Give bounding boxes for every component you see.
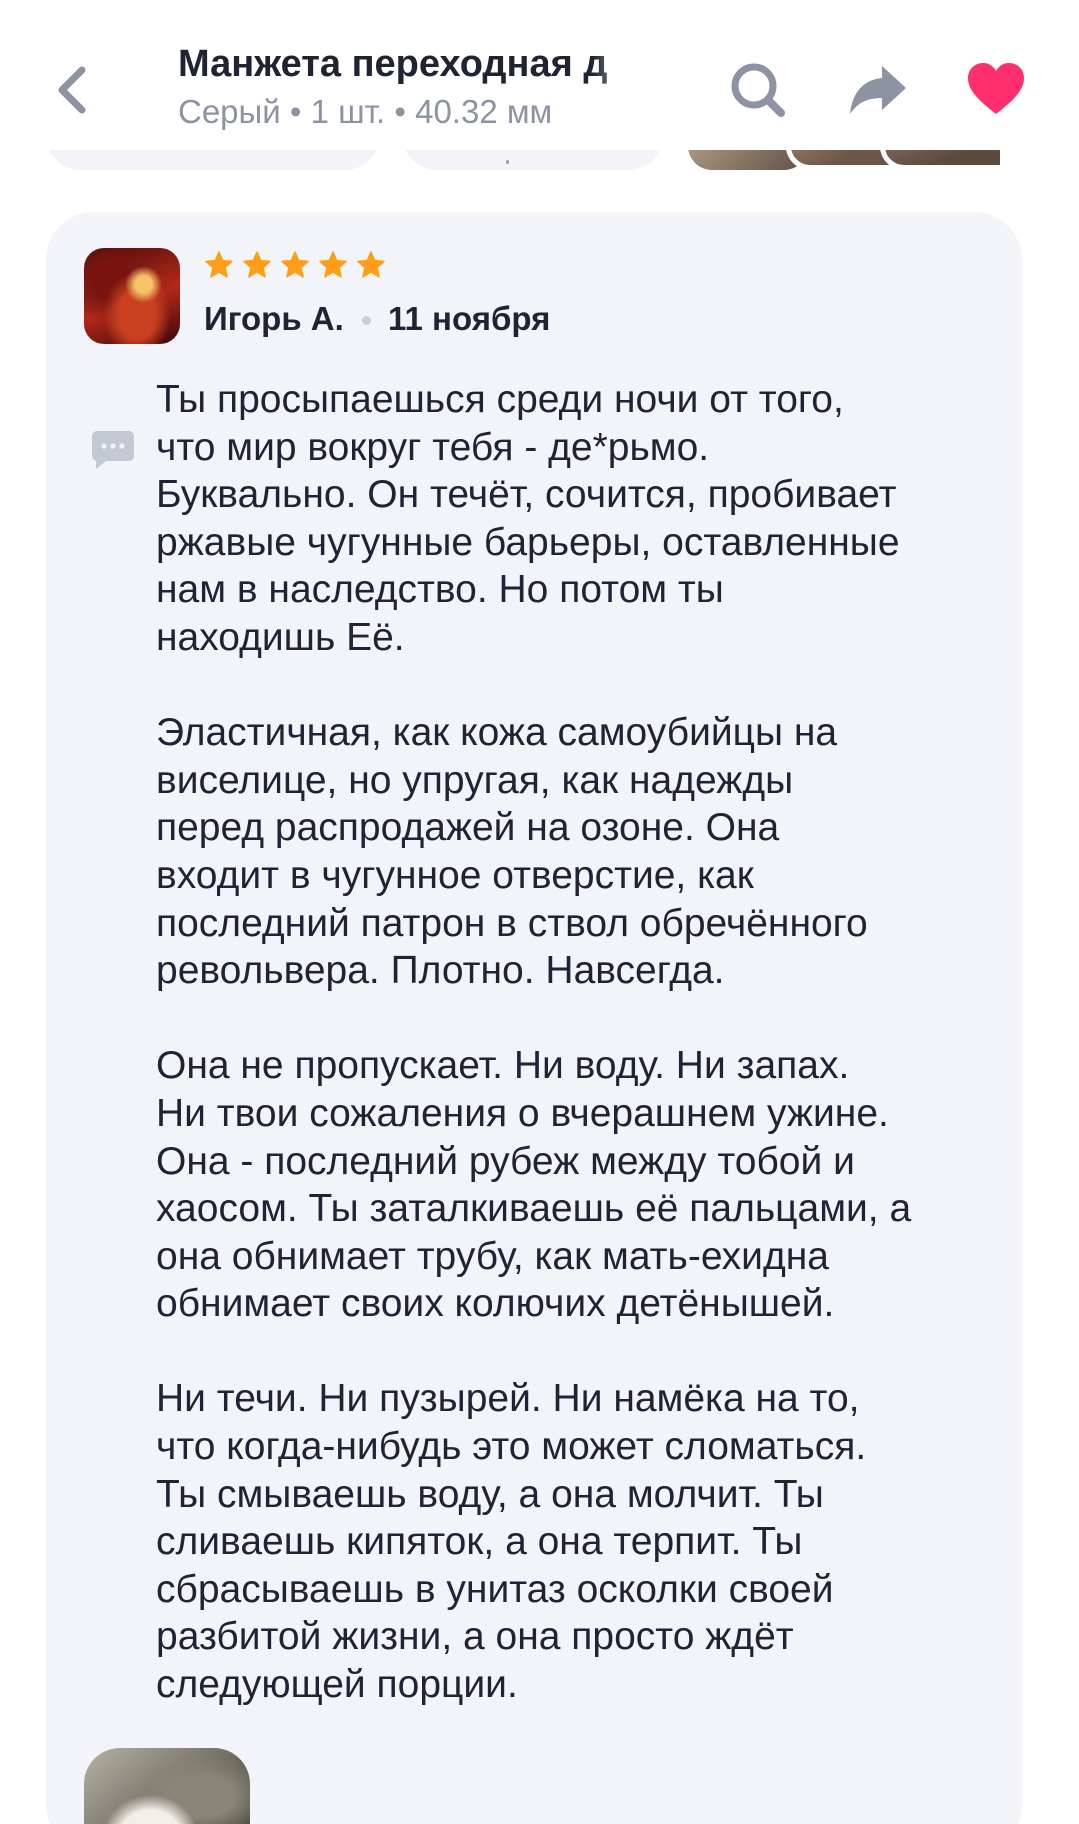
review-line: Эластичная, как кожа самоубийцы на (156, 711, 838, 755)
review-line: Она - последний рубеж между тобой и (156, 1139, 855, 1183)
review-paragraph: Она не пропускает. Ни воду. Ни запах. Ни … (156, 1042, 1006, 1328)
review-text: Ты просыпаешься среди ночи от того, что м… (156, 376, 1006, 1709)
chevron-left-icon (58, 66, 86, 114)
review-date: 11 ноября (388, 300, 551, 337)
review-line: разбитой жизни, а она просто ждёт (156, 1615, 794, 1659)
separator-dot (362, 316, 371, 325)
speech-bubble-icon (92, 431, 134, 469)
review-line: хаосом. Ты заталкиваешь её пальцами, а (156, 1187, 912, 1231)
review-line: сливаешь кипяток, а она терпит. Ты (156, 1520, 803, 1564)
review-paragraph: Эластичная, как кожа самоубийцы на висели… (156, 709, 1006, 995)
review-line: Ты просыпаешься среди ночи от того, (156, 378, 844, 421)
star-icon (357, 251, 385, 278)
title-container: Манжета переходная д (178, 40, 650, 88)
review-line: нам в наследство. Но потом ты (156, 568, 724, 612)
review-line: входит в чугунное отверстие, как (156, 853, 754, 897)
search-icon (731, 63, 785, 117)
rating-stars (204, 250, 386, 280)
review-line: что когда-нибудь это может сломаться. (156, 1425, 867, 1469)
star-icon (205, 251, 233, 278)
share-button[interactable] (846, 58, 910, 122)
product-title[interactable]: Манжета переходная д (178, 40, 650, 88)
review-line: Ни твои сожаления о вчерашнем ужине. (156, 1091, 889, 1135)
review-line: Ты смываешь воду, а она молчит. Ты (156, 1472, 824, 1516)
comment-icon[interactable] (90, 428, 136, 472)
avatar[interactable] (84, 248, 180, 344)
review-line: находишь Её. (156, 615, 405, 659)
review-line: следующей порции. (156, 1663, 518, 1707)
top-bar: Манжета переходная д Серый • 1 шт. • 40.… (0, 0, 1079, 150)
chip-text-fragment (506, 160, 509, 164)
heart-icon (968, 63, 1024, 114)
review-paragraph: Ни течи. Ни пузырей. Ни намёка на то, что… (156, 1375, 1006, 1708)
back-button[interactable] (50, 60, 100, 120)
review-line: Буквально. Он течёт, сочится, пробивает (156, 473, 897, 517)
star-icon (281, 251, 309, 278)
review-line: Ни течи. Ни пузырей. Ни намёка на то, (156, 1377, 860, 1421)
review-line: перед распродажей на озоне. Она (156, 806, 780, 850)
review-line: она обнимает трубу, как мать-ехидна (156, 1234, 829, 1278)
review-line: ржавые чугунные барьеры, оставленные (156, 520, 900, 564)
share-arrow-icon (850, 66, 906, 114)
review-line: Она не пропускает. Ни воду. Ни запах. (156, 1044, 850, 1088)
review-line: обнимает своих колючих детёнышей. (156, 1282, 835, 1326)
review-author[interactable]: Игорь А. (204, 300, 344, 338)
review-line: револьвера. Плотно. Навсегда. (156, 949, 725, 993)
review-line: сбрасываешь в унитаз осколки своей (156, 1567, 834, 1611)
review-paragraph: Ты просыпаешься среди ночи от того, что м… (156, 376, 1006, 662)
star-icon (319, 251, 347, 278)
product-variant: Серый • 1 шт. • 40.32 мм (178, 93, 553, 130)
review-line: виселице, но упругая, как надежды (156, 758, 794, 802)
favorite-button[interactable] (964, 58, 1028, 122)
star-icon (243, 251, 271, 278)
review-photo[interactable] (84, 1748, 250, 1824)
review-line: что мир вокруг тебя - де*рьмо. (156, 425, 710, 469)
review-line: последний патрон в ствол обречённого (156, 901, 868, 945)
search-button[interactable] (726, 58, 790, 122)
